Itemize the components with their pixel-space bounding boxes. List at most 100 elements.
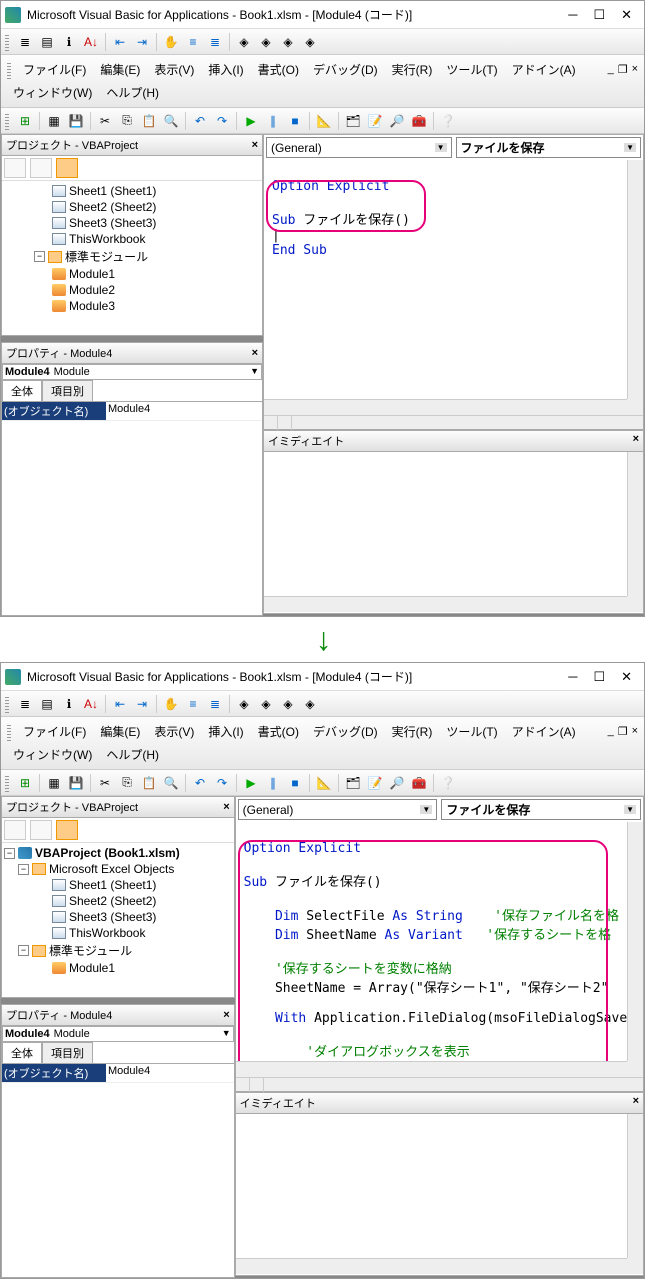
dropdown-icon[interactable]: ▼ xyxy=(435,143,447,152)
outdent-icon[interactable]: ⇤ xyxy=(110,694,130,714)
tree-collapse-icon[interactable]: − xyxy=(18,945,29,956)
mdi-restore-icon[interactable]: ❐ xyxy=(618,725,628,738)
close-icon[interactable]: × xyxy=(633,1095,639,1111)
insert-module-icon[interactable]: ▦ xyxy=(44,773,64,793)
view-object-icon[interactable] xyxy=(30,820,52,840)
immediate-body[interactable] xyxy=(264,452,643,612)
tree-node[interactable]: Module2 xyxy=(4,282,260,298)
scrollbar-vertical[interactable] xyxy=(627,160,643,399)
menu-edit[interactable]: 編集(E) xyxy=(94,59,146,80)
uncomment-icon[interactable]: ≣ xyxy=(205,694,225,714)
menu-addin[interactable]: アドイン(A) xyxy=(506,721,582,742)
close-icon[interactable]: × xyxy=(252,139,258,151)
tree-node[interactable]: Sheet1 (Sheet1) xyxy=(4,183,260,199)
list-icon[interactable]: ≣ xyxy=(15,694,35,714)
menu-addin[interactable]: アドイン(A) xyxy=(506,59,582,80)
menu-window[interactable]: ウィンドウ(W) xyxy=(7,82,98,103)
property-value[interactable]: Module4 xyxy=(106,402,262,420)
redo-icon[interactable]: ↷ xyxy=(212,773,232,793)
uncomment-icon[interactable]: ≣ xyxy=(205,32,225,52)
dropdown-icon[interactable]: ▼ xyxy=(624,805,636,814)
comment-icon[interactable]: ≡ xyxy=(183,694,203,714)
help-icon[interactable]: ❔ xyxy=(438,773,458,793)
save-icon[interactable]: 💾 xyxy=(66,111,86,131)
immediate-body[interactable] xyxy=(236,1114,643,1274)
tree-node[interactable]: ThisWorkbook xyxy=(4,231,260,247)
view-code-icon[interactable] xyxy=(4,820,26,840)
minimize-button[interactable]: ─ xyxy=(568,7,577,23)
redo-icon[interactable]: ↷ xyxy=(212,111,232,131)
dropdown-icon[interactable]: ▼ xyxy=(250,366,259,378)
cut-icon[interactable]: ✂ xyxy=(95,773,115,793)
menu-view[interactable]: 表示(V) xyxy=(148,59,200,80)
bookmark-next-icon[interactable]: ◈ xyxy=(256,694,276,714)
props-object-select[interactable]: Module4 Module ▼ xyxy=(2,1026,234,1042)
save-icon[interactable]: 💾 xyxy=(66,773,86,793)
view-object-icon[interactable] xyxy=(30,158,52,178)
minimize-button[interactable]: ─ xyxy=(568,669,577,685)
close-button[interactable]: ✕ xyxy=(621,7,632,23)
object-browser-icon[interactable]: 🔎 xyxy=(387,111,407,131)
dropdown-icon[interactable]: ▼ xyxy=(624,143,636,152)
maximize-button[interactable]: ☐ xyxy=(593,669,605,685)
dropdown-icon[interactable]: ▼ xyxy=(420,805,432,814)
project-tree[interactable]: −VBAProject (Book1.xlsm) −Microsoft Exce… xyxy=(2,843,234,978)
info-icon[interactable]: ℹ xyxy=(59,694,79,714)
find-icon[interactable]: 🔍 xyxy=(161,773,181,793)
tree-collapse-icon[interactable]: − xyxy=(4,848,15,859)
toolbox-icon[interactable]: 🧰 xyxy=(409,773,429,793)
reset-icon[interactable]: ■ xyxy=(285,773,305,793)
menu-help[interactable]: ヘルプ(H) xyxy=(100,82,165,103)
scrollbar-vertical[interactable] xyxy=(627,452,643,596)
bookmark-icon[interactable]: ◈ xyxy=(234,694,254,714)
bookmark-prev-icon[interactable]: ◈ xyxy=(278,694,298,714)
cut-icon[interactable]: ✂ xyxy=(95,111,115,131)
tree-node-excel-objects[interactable]: Microsoft Excel Objects xyxy=(49,862,174,876)
excel-icon[interactable]: ⊞ xyxy=(15,773,35,793)
undo-icon[interactable]: ↶ xyxy=(190,111,210,131)
menu-file[interactable]: ファイル(F) xyxy=(17,59,92,80)
view-code-icon[interactable] xyxy=(4,158,26,178)
mdi-restore-icon[interactable]: ❐ xyxy=(618,63,628,76)
code-editor[interactable]: Option Explicit Sub ファイルを保存() Dim Select… xyxy=(236,822,643,1077)
project-explorer-icon[interactable]: 🗂 xyxy=(343,111,363,131)
tree-node[interactable]: Sheet2 (Sheet2) xyxy=(4,199,260,215)
comment-icon[interactable]: ≡ xyxy=(183,32,203,52)
property-value[interactable]: Module4 xyxy=(106,1064,234,1082)
break-icon[interactable]: ∥ xyxy=(263,111,283,131)
close-button[interactable]: ✕ xyxy=(621,669,632,685)
scrollbar-horizontal[interactable] xyxy=(264,399,627,415)
property-row[interactable]: (オブジェクト名) Module4 xyxy=(2,1064,234,1083)
hand-icon[interactable]: ✋ xyxy=(161,32,181,52)
menu-window[interactable]: ウィンドウ(W) xyxy=(7,744,98,765)
procedure-select[interactable]: ファイルを保存 ▼ xyxy=(456,137,642,158)
design-icon[interactable]: 📐 xyxy=(314,111,334,131)
menu-insert[interactable]: 挿入(I) xyxy=(202,721,249,742)
menu-format[interactable]: 書式(O) xyxy=(252,59,305,80)
tree-node-project[interactable]: VBAProject (Book1.xlsm) xyxy=(35,846,180,860)
bookmark-next-icon[interactable]: ◈ xyxy=(256,32,276,52)
tree-collapse-icon[interactable]: − xyxy=(18,864,29,875)
tree-node-module[interactable]: Module1 xyxy=(69,961,115,975)
excel-icon[interactable]: ⊞ xyxy=(15,111,35,131)
close-icon[interactable]: × xyxy=(223,1009,229,1021)
tree-node[interactable]: ThisWorkbook xyxy=(4,925,232,941)
scrollbar-horizontal[interactable] xyxy=(236,1061,627,1077)
mdi-minimize-icon[interactable]: _ xyxy=(608,63,614,76)
tree-node[interactable]: Sheet1 (Sheet1) xyxy=(4,877,232,893)
run-icon[interactable]: ▶ xyxy=(241,111,261,131)
menu-insert[interactable]: 挿入(I) xyxy=(202,59,249,80)
procedure-select[interactable]: ファイルを保存 ▼ xyxy=(441,799,641,820)
indent-icon[interactable]: ⇥ xyxy=(132,32,152,52)
scrollbar-horizontal[interactable] xyxy=(236,1258,627,1274)
undo-icon[interactable]: ↶ xyxy=(190,773,210,793)
menu-tool[interactable]: ツール(T) xyxy=(440,59,503,80)
scrollbar-horizontal[interactable] xyxy=(264,596,627,612)
toolbox-icon[interactable]: 🧰 xyxy=(409,111,429,131)
project-explorer-icon[interactable]: 🗂 xyxy=(343,773,363,793)
close-icon[interactable]: × xyxy=(252,347,258,359)
az-icon[interactable]: A↓ xyxy=(81,694,101,714)
tab-category[interactable]: 項目別 xyxy=(42,380,93,401)
object-select[interactable]: (General) ▼ xyxy=(238,799,438,820)
run-icon[interactable]: ▶ xyxy=(241,773,261,793)
